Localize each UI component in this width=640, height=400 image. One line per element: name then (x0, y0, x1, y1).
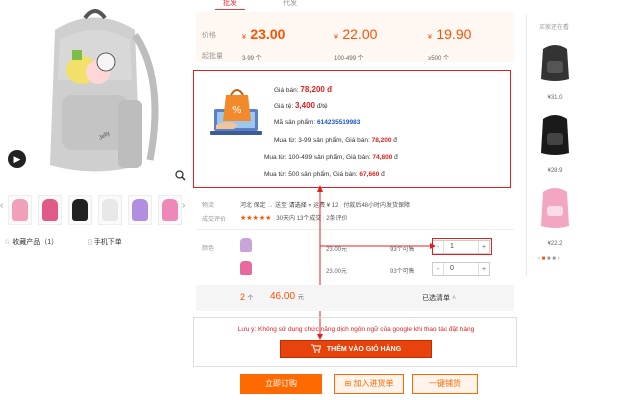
sidebar-divider (526, 14, 527, 276)
related-product[interactable] (535, 40, 575, 84)
related-price: ¥28.9 (547, 168, 563, 174)
chevron-up-icon: ˄ (451, 295, 457, 302)
count-unit: 个 (247, 296, 254, 302)
pager-dot[interactable]: ■ (547, 256, 551, 262)
notice-text: Lưu ý: Không sử dụng chức năng dịch ngôn… (237, 326, 475, 333)
sidebar-pager[interactable]: ‹ ■ ■ ■ › (538, 256, 560, 262)
backpack-icon (541, 115, 569, 155)
cart-icon (310, 344, 321, 355)
amount-value: 46.00 (270, 291, 296, 302)
sidebar-title: 买家还在看 (538, 25, 569, 31)
add-to-purchase-list-button[interactable]: ⊞ 加入进货单 (334, 374, 404, 394)
buy-now-button[interactable]: 立即订购 (240, 374, 322, 394)
notice-box: Lưu ý: Không sử dụng chức năng dịch ngôn… (193, 317, 517, 367)
count-value: 2 (240, 292, 246, 302)
pager-dot[interactable]: ■ (552, 256, 556, 262)
related-price: ¥22.2 (547, 241, 563, 247)
related-product[interactable] (535, 185, 575, 229)
pager-next-icon[interactable]: › (558, 256, 560, 262)
add-to-cart-label: THÊM VÀO GIỎ HÀNG (326, 345, 402, 353)
cart-icon: ⊞ (344, 379, 352, 388)
add-to-cart-button[interactable]: THÊM VÀO GIỎ HÀNG (280, 340, 432, 358)
amount-unit: 元 (297, 295, 304, 301)
backpack-icon (541, 45, 569, 81)
total-amount: 46.00 元 (270, 291, 304, 302)
pager-dot-active[interactable]: ■ (542, 256, 546, 262)
pager-prev-icon[interactable]: ‹ (538, 256, 540, 262)
related-price: ¥31.0 (547, 95, 563, 101)
backpack-icon (541, 188, 569, 228)
selected-label: 已选清单 (422, 295, 450, 302)
order-summary: 2 个 46.00 元 已选清单 ˄ (196, 285, 514, 311)
related-product[interactable] (535, 112, 575, 156)
one-click-distribute-button[interactable]: 一键铺货 (412, 374, 478, 394)
purchase-list-label: 加入进货单 (353, 379, 394, 388)
total-count: 2 个 (240, 292, 254, 302)
selected-list-toggle[interactable]: 已选清单 ˄ (422, 293, 456, 303)
